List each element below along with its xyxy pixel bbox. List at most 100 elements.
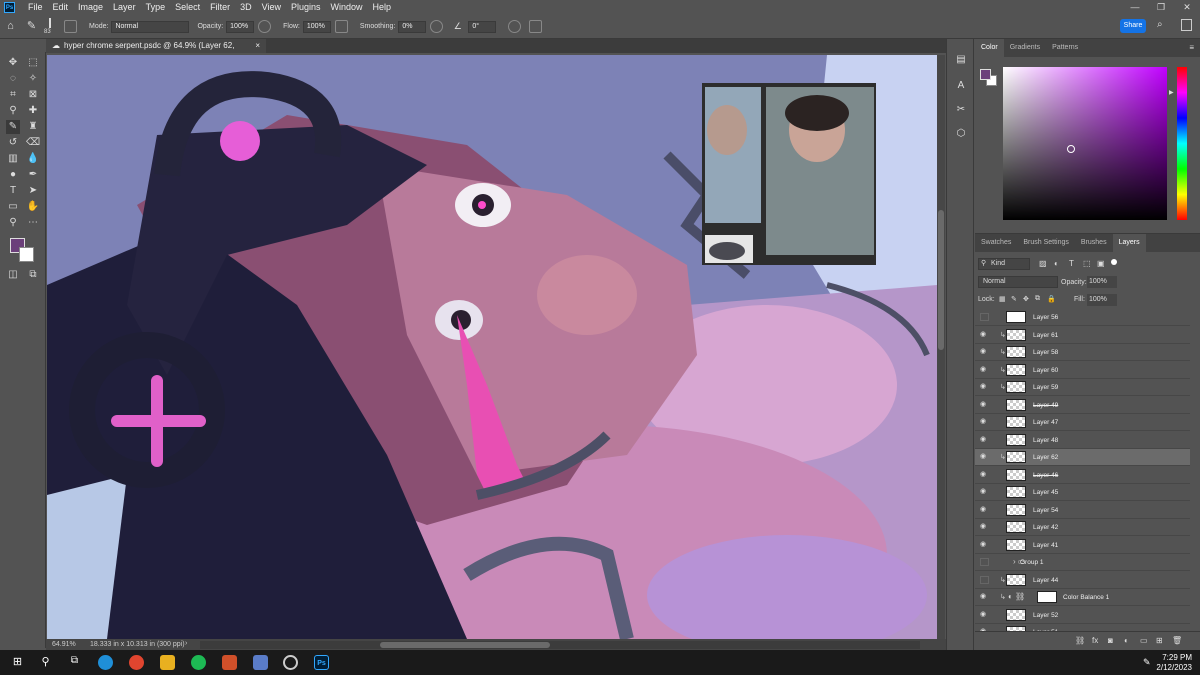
hue-slider[interactable] — [1177, 67, 1187, 220]
restore-icon[interactable]: ❐ — [1148, 0, 1174, 15]
horizontal-scrollbar[interactable] — [200, 641, 920, 649]
layer-row[interactable]: ◉ ↳ Layer 61 — [975, 327, 1190, 344]
layer-row[interactable]: ◉ Layer 49 — [975, 397, 1190, 414]
panel-menu-icon[interactable]: ≡ — [1189, 43, 1194, 52]
menu-image[interactable]: Image — [73, 0, 108, 15]
layer-row[interactable]: ◉ Layer 45 — [975, 484, 1190, 501]
document-canvas[interactable] — [47, 55, 937, 639]
home-icon[interactable]: ⌂ — [4, 20, 17, 33]
brush-settings-icon[interactable] — [64, 20, 77, 33]
filter-toggle-icon[interactable] — [1111, 259, 1117, 265]
scroll-thumb[interactable] — [380, 642, 550, 648]
system-clock[interactable]: 7:29 PM 2/12/2023 — [1156, 653, 1192, 673]
angle-field[interactable]: 0° — [468, 20, 497, 33]
menu-type[interactable]: Type — [141, 0, 171, 15]
layer-row[interactable]: ◉ Layer 41 — [975, 537, 1190, 554]
visibility-toggle[interactable] — [980, 575, 989, 584]
visibility-eye-icon[interactable]: ◉ — [980, 401, 989, 409]
chrome-browser-icon[interactable] — [129, 655, 144, 670]
history-brush-tool-icon[interactable]: ↺ — [6, 136, 20, 150]
link-layers-icon[interactable]: ⛓ — [1075, 636, 1085, 645]
eyedropper-tool-icon[interactable]: ⚲ — [6, 104, 20, 118]
new-adjustment-icon[interactable]: ◐ — [1124, 636, 1129, 645]
visibility-eye-icon[interactable]: ◉ — [980, 593, 989, 601]
pen-input-icon[interactable]: ✎ — [1143, 657, 1151, 668]
filter-smart-object-icon[interactable]: ▣ — [1097, 259, 1105, 268]
photoshop-taskbar-icon[interactable]: Ps — [314, 655, 329, 670]
layer-row[interactable]: ◉ Layer 48 — [975, 432, 1190, 449]
layer-row[interactable]: ◉ Layer 52 — [975, 607, 1190, 624]
mode-select[interactable]: Normal — [111, 20, 190, 33]
eraser-tool-icon[interactable]: ⌫ — [26, 136, 40, 150]
tab-brush-settings[interactable]: Brush Settings — [1017, 234, 1075, 252]
file-explorer-icon[interactable] — [160, 655, 175, 670]
color-panel-foreground-swatch[interactable] — [980, 69, 991, 80]
document-tab[interactable]: ☁ hyper chrome serpent.psdc @ 64.9% (Lay… — [46, 39, 266, 64]
windows-start-icon[interactable]: ⊞ — [10, 655, 25, 670]
layer-opacity-field[interactable]: 100% — [1087, 276, 1117, 288]
quick-selection-tool-icon[interactable]: ✧ — [26, 72, 40, 86]
flow-field[interactable]: 100% — [302, 20, 331, 33]
layer-row[interactable]: ◉ ↳ Layer 58 — [975, 344, 1190, 361]
character-panel-icon[interactable]: A — [954, 79, 968, 93]
layer-mask-thumbnail[interactable] — [1037, 591, 1057, 603]
brush-tool-active-icon[interactable]: ✎ — [6, 120, 20, 134]
visibility-eye-icon[interactable]: ◉ — [980, 611, 989, 619]
menu-select[interactable]: Select — [170, 0, 205, 15]
layer-row[interactable]: ◉ Layer 42 — [975, 519, 1190, 536]
app-icon[interactable] — [222, 655, 237, 670]
visibility-eye-icon[interactable]: ◉ — [980, 331, 989, 339]
type-tool-icon[interactable]: T — [6, 184, 20, 198]
gradient-tool-icon[interactable]: ▥ — [6, 152, 20, 166]
blur-tool-icon[interactable]: 💧 — [26, 152, 40, 166]
tab-swatches[interactable]: Swatches — [975, 234, 1017, 252]
more-tools-icon[interactable]: ⋯ — [26, 216, 40, 230]
zoom-level[interactable]: 64.91% — [52, 641, 76, 648]
menu-view[interactable]: View — [257, 0, 286, 15]
filter-adjustment-icon[interactable]: ◐ — [1054, 259, 1059, 268]
layer-row[interactable]: ◉ Layer 47 — [975, 414, 1190, 431]
workspace-icon[interactable] — [1181, 19, 1192, 31]
spotify-icon[interactable] — [191, 655, 206, 670]
visibility-eye-icon[interactable]: ◉ — [980, 383, 989, 391]
visibility-eye-icon[interactable]: ◉ — [980, 453, 989, 461]
background-color-swatch[interactable] — [19, 247, 34, 262]
quick-mask-icon[interactable]: ◫ — [6, 268, 20, 282]
visibility-eye-icon[interactable]: ◉ — [980, 523, 989, 531]
search-icon[interactable]: ⌕ — [1157, 19, 1163, 30]
healing-brush-tool-icon[interactable]: ✚ — [26, 104, 40, 118]
new-group-icon[interactable]: ▭ — [1140, 636, 1148, 645]
visibility-eye-icon[interactable]: ◉ — [980, 348, 989, 356]
lock-position-icon[interactable]: ✥ — [1023, 295, 1029, 303]
blend-mode-select[interactable]: Normal — [978, 276, 1058, 288]
marquee-tool-icon[interactable]: ⬚ — [26, 56, 40, 70]
visibility-toggle[interactable] — [980, 313, 989, 321]
smoothing-options-gear-icon[interactable] — [430, 20, 444, 33]
frame-tool-icon[interactable]: ⊠ — [26, 88, 40, 102]
vertical-scrollbar[interactable] — [937, 55, 945, 639]
tab-gradients[interactable]: Gradients — [1004, 39, 1046, 57]
layer-row[interactable]: Layer 56 — [975, 309, 1190, 326]
layer-row[interactable]: ◉ Layer 54 — [975, 502, 1190, 519]
tab-patterns[interactable]: Patterns — [1046, 39, 1084, 57]
add-style-fx-icon[interactable]: fx — [1092, 636, 1098, 645]
lock-image-icon[interactable]: ✎ — [1011, 295, 1017, 303]
visibility-eye-icon[interactable]: ◉ — [980, 436, 989, 444]
status-expand-icon[interactable]: › — [185, 640, 187, 647]
scroll-thumb[interactable] — [938, 210, 944, 350]
task-view-icon[interactable]: ⧉ — [67, 655, 82, 670]
app-icon[interactable] — [283, 655, 298, 670]
clone-stamp-tool-icon[interactable]: ♜ — [26, 120, 40, 134]
filter-kind-select[interactable]: ⚲ Kind — [978, 258, 1030, 270]
tab-brushes[interactable]: Brushes — [1075, 234, 1113, 252]
tool-presets-icon[interactable]: ✂ — [954, 103, 968, 117]
filter-pixel-icon[interactable]: ▨ — [1039, 259, 1047, 268]
minimize-icon[interactable]: — — [1122, 0, 1148, 15]
visibility-eye-icon[interactable]: ◉ — [980, 506, 989, 514]
delete-layer-icon[interactable]: 🗑 — [1172, 636, 1182, 645]
color-field[interactable] — [1003, 67, 1167, 220]
move-tool-icon[interactable]: ✥ — [6, 56, 20, 70]
brush-preset-picker[interactable]: 83 — [42, 17, 60, 37]
rectangle-tool-icon[interactable]: ▭ — [6, 200, 20, 214]
layer-row[interactable]: › ▭ Group 1 — [975, 554, 1190, 571]
